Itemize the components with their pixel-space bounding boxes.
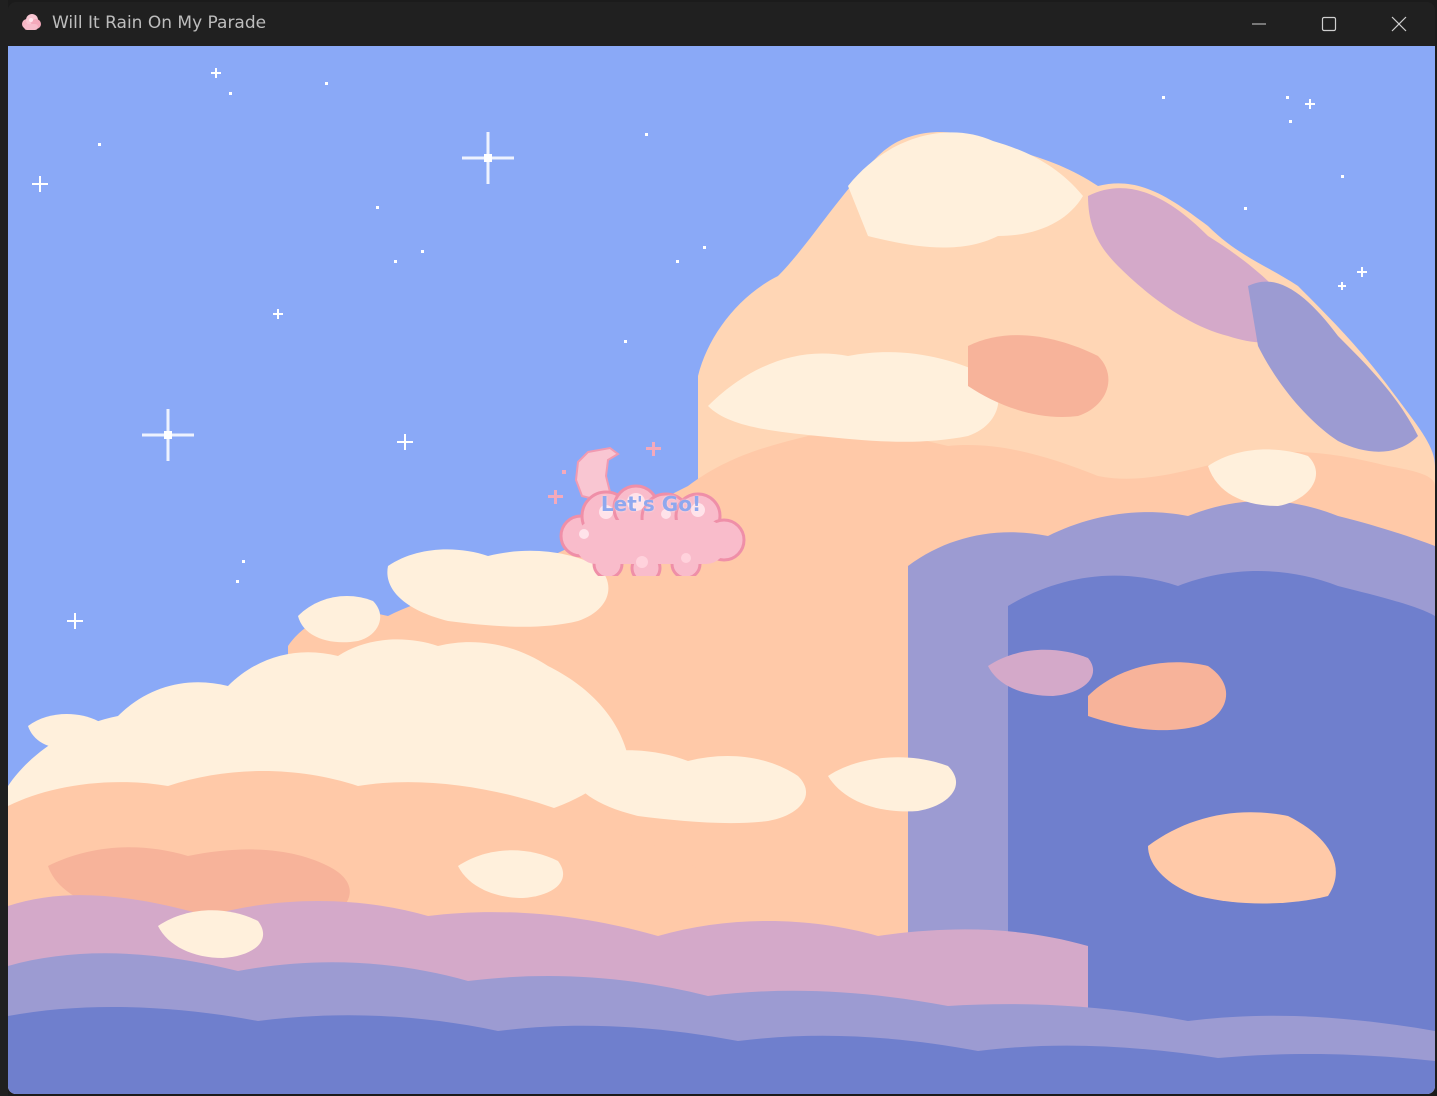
maximize-button[interactable] (1294, 2, 1364, 46)
game-scene: Let's Go! (8, 46, 1435, 1094)
lets-go-button[interactable]: Let's Go! (546, 436, 756, 576)
minimize-icon (1252, 23, 1266, 25)
title-bar[interactable]: Will It Rain On My Parade (8, 2, 1435, 46)
maximize-icon (1321, 16, 1337, 32)
close-button[interactable] (1364, 2, 1434, 46)
desktop-edge (0, 0, 8, 1096)
pink-cloud-icon (22, 14, 41, 30)
lets-go-label: Let's Go! (600, 492, 702, 516)
app-window: Will It Rain On My Parade Let's Go! (8, 2, 1435, 1094)
window-title: Will It Rain On My Parade (52, 13, 267, 33)
minimize-button[interactable] (1224, 2, 1294, 46)
close-icon (1391, 16, 1407, 32)
